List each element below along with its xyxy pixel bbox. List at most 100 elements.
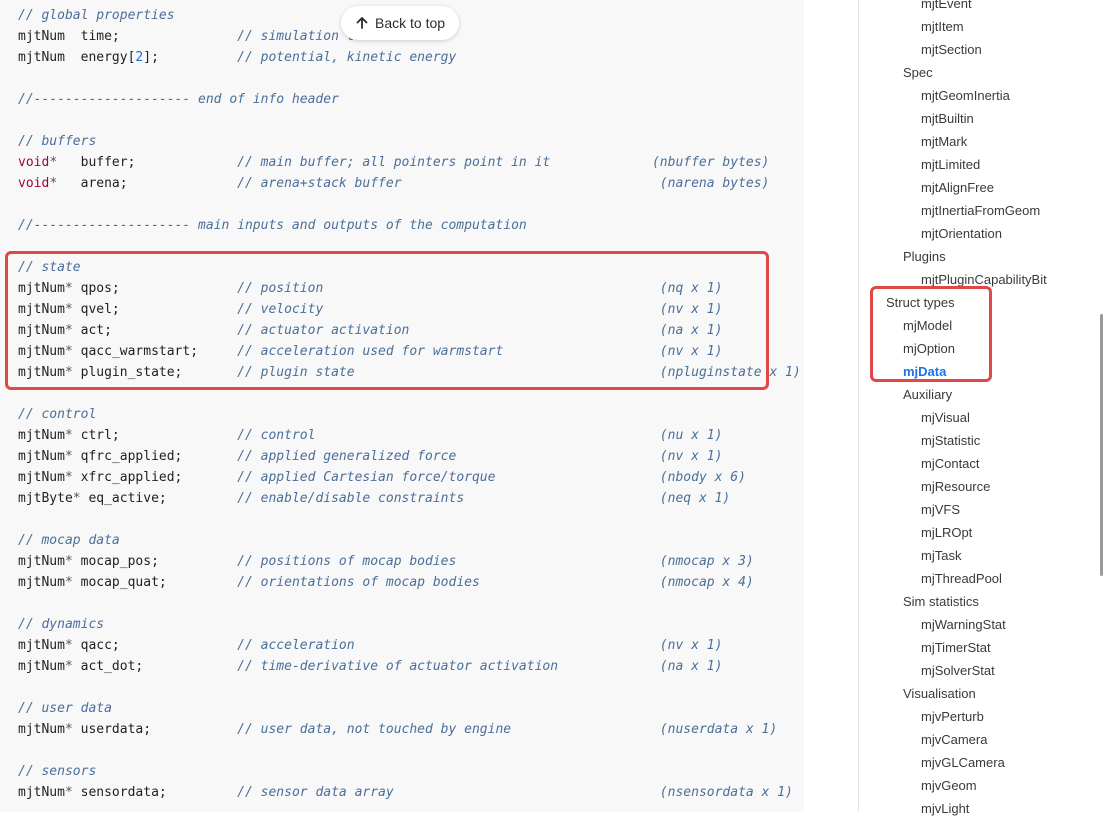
code-token: // velocity (nv x 1) [237, 302, 723, 317]
toc-item-mjsolverstat[interactable]: mjSolverStat [921, 661, 995, 681]
code-token: // acceleration (nv x 1) [237, 638, 723, 653]
code-token: act_dot; [72, 659, 238, 674]
code-token: mjtNum [18, 638, 65, 653]
code-line: void* buffer; // main buffer; all pointe… [18, 152, 769, 173]
toc-item-mjthreadpool[interactable]: mjThreadPool [921, 569, 1002, 589]
code-token: * [72, 491, 81, 506]
code-token: * [64, 554, 73, 569]
toc-item-mjtplugincapabilitybit[interactable]: mjtPluginCapabilityBit [921, 270, 1047, 290]
toc-item-mjcontact[interactable]: mjContact [921, 454, 980, 474]
toc-item-mjtinertiafromgeom[interactable]: mjtInertiaFromGeom [921, 201, 1040, 221]
code-line: mjtNum* mocap_quat; // orientations of m… [18, 572, 754, 593]
code-token: mjtNum [18, 365, 65, 380]
code-token: qacc_warmstart; [72, 344, 238, 359]
code-token: ctrl; [72, 428, 238, 443]
code-line: mjtNum* qacc_warmstart; // acceleration … [18, 341, 722, 362]
code-token: qpos; [72, 281, 238, 296]
code-token: * [49, 176, 58, 191]
code-token: * [64, 785, 73, 800]
back-to-top-label: Back to top [375, 15, 446, 31]
code-line: void* arena; // arena+stack buffer (nare… [18, 173, 769, 194]
toc-item-sim-statistics[interactable]: Sim statistics [903, 592, 979, 612]
toc-item-mjtevent[interactable]: mjtEvent [921, 0, 972, 14]
toc-item-mjvfs[interactable]: mjVFS [921, 500, 960, 520]
code-token: * [64, 575, 73, 590]
toc-item-mjtitem[interactable]: mjtItem [921, 17, 964, 37]
code-token: ]; [143, 50, 238, 65]
toc-item-mjtbuiltin[interactable]: mjtBuiltin [921, 109, 974, 129]
back-to-top-button[interactable]: Back to top [341, 6, 460, 40]
toc-item-mjtsection[interactable]: mjtSection [921, 40, 982, 60]
toc-item-mjoption[interactable]: mjOption [903, 339, 955, 359]
code-token: // enable/disable constraints (neq x 1) [237, 491, 731, 506]
code-token: mjtNum [18, 659, 65, 674]
code-line: mjtByte* eq_active; // enable/disable co… [18, 488, 730, 509]
toc-item-mjvperturb[interactable]: mjvPerturb [921, 707, 984, 727]
toc-item-mjtalignfree[interactable]: mjtAlignFree [921, 178, 994, 198]
sidebar-scrollbar[interactable] [1100, 314, 1103, 576]
toc-item-mjtmark[interactable]: mjtMark [921, 132, 967, 152]
code-token: sensordata; [72, 785, 238, 800]
toc-item-mjvgeom[interactable]: mjvGeom [921, 776, 977, 796]
toc-item-spec[interactable]: Spec [903, 63, 933, 83]
code-token: qacc; [72, 638, 238, 653]
toc-item-mjmodel[interactable]: mjModel [903, 316, 952, 336]
toc-item-mjdata[interactable]: mjData [903, 362, 946, 382]
code-token: // arena+stack buffer (narena bytes) [237, 176, 770, 191]
toc-item-mjtimerstat[interactable]: mjTimerStat [921, 638, 991, 658]
toc-item-struct-types[interactable]: Struct types [886, 293, 955, 313]
code-token: * [64, 470, 73, 485]
code-token: * [64, 722, 73, 737]
code-token: // dynamics [18, 617, 105, 632]
toc-item-mjvcamera[interactable]: mjvCamera [921, 730, 987, 750]
toc-item-visualisation[interactable]: Visualisation [903, 684, 976, 704]
code-token: //-------------------- end of info heade… [18, 92, 339, 107]
code-token: arena; [57, 176, 238, 191]
code-token: // orientations of mocap bodies (nmocap … [237, 575, 754, 590]
toc-item-mjvlight[interactable]: mjvLight [921, 799, 969, 819]
toc-item-plugins[interactable]: Plugins [903, 247, 946, 267]
code-token: mjtNum [18, 302, 65, 317]
code-token: mjtNum [18, 428, 65, 443]
code-token: plugin_state; [72, 365, 238, 380]
code-token: // sensors [18, 764, 97, 779]
code-token: // potential, kinetic energy [237, 50, 457, 65]
toc-item-mjvisual[interactable]: mjVisual [921, 408, 970, 428]
toc-item-mjlropt[interactable]: mjLROpt [921, 523, 972, 543]
toc-item-mjtorientation[interactable]: mjtOrientation [921, 224, 1002, 244]
code-line: mjtNum* plugin_state; // plugin state (n… [18, 362, 801, 383]
toc-item-mjwarningstat[interactable]: mjWarningStat [921, 615, 1006, 635]
code-line: // mocap data [18, 530, 120, 551]
code-token: energy[ [64, 50, 136, 65]
code-token: xfrc_applied; [72, 470, 238, 485]
code-token: mjtNum [18, 554, 65, 569]
code-token: mjtNum [18, 785, 65, 800]
code-line: mjtNum energy[2]; // potential, kinetic … [18, 47, 456, 68]
code-token: //-------------------- main inputs and o… [18, 218, 527, 233]
code-token: // position (nq x 1) [237, 281, 723, 296]
code-token: * [64, 281, 73, 296]
code-token: mocap_pos; [72, 554, 238, 569]
toc-item-mjresource[interactable]: mjResource [921, 477, 990, 497]
toc-item-auxiliary[interactable]: Auxiliary [903, 385, 952, 405]
code-line: //-------------------- end of info heade… [18, 89, 339, 110]
code-token: // buffers [18, 134, 97, 149]
code-line: // dynamics [18, 614, 104, 635]
code-line: mjtNum* act; // actuator activation (na … [18, 320, 722, 341]
code-token: * [64, 302, 73, 317]
toc-item-mjvglcamera[interactable]: mjvGLCamera [921, 753, 1005, 773]
code-token: // control [18, 407, 97, 422]
code-token: mjtNum [18, 50, 65, 65]
code-token: mjtNum [18, 575, 65, 590]
code-line: // control [18, 404, 96, 425]
toc-item-mjtask[interactable]: mjTask [921, 546, 961, 566]
code-token: * [64, 365, 73, 380]
code-token: mjtNum [18, 344, 65, 359]
code-token: * [64, 449, 73, 464]
code-line: // state [18, 257, 81, 278]
toc-item-mjtgeominertia[interactable]: mjtGeomInertia [921, 86, 1010, 106]
code-panel: // global properties mjtNum time; // simu… [0, 0, 804, 812]
code-token: qvel; [72, 302, 238, 317]
toc-item-mjstatistic[interactable]: mjStatistic [921, 431, 980, 451]
toc-item-mjtlimited[interactable]: mjtLimited [921, 155, 980, 175]
